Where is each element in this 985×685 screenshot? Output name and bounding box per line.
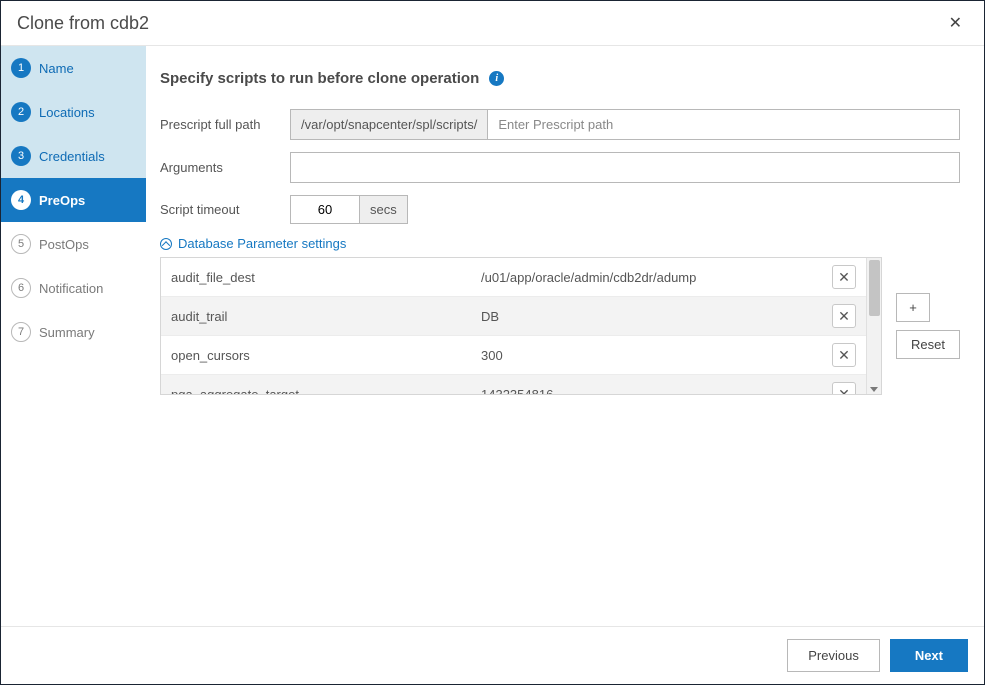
- table-row[interactable]: audit_file_dest /u01/app/oracle/admin/cd…: [161, 258, 866, 297]
- step-notification[interactable]: 6 Notification: [1, 266, 146, 310]
- timeout-group: secs: [290, 195, 408, 224]
- chevron-up-icon: [160, 238, 172, 250]
- step-number-icon: 5: [11, 234, 31, 254]
- delete-row-button[interactable]: ✕: [832, 265, 856, 289]
- step-label: Notification: [39, 281, 103, 296]
- timeout-row: Script timeout secs: [160, 195, 960, 224]
- db-params-table-wrap: audit_file_dest /u01/app/oracle/admin/cd…: [160, 257, 882, 395]
- step-label: PreOps: [39, 193, 85, 208]
- info-icon[interactable]: i: [489, 71, 504, 86]
- arguments-label: Arguments: [160, 160, 290, 175]
- prescript-label: Prescript full path: [160, 117, 290, 132]
- param-value: 300: [471, 336, 822, 375]
- step-number-icon: 6: [11, 278, 31, 298]
- next-button[interactable]: Next: [890, 639, 968, 672]
- close-icon[interactable]: ✕: [943, 11, 968, 35]
- step-credentials[interactable]: 3 Credentials: [1, 134, 146, 178]
- arguments-input[interactable]: [290, 152, 960, 183]
- step-postops[interactable]: 5 PostOps: [1, 222, 146, 266]
- main-panel: Specify scripts to run before clone oper…: [146, 46, 984, 626]
- wizard-sidebar: 1 Name 2 Locations 3 Credentials 4 PreOp…: [1, 46, 146, 626]
- param-key: audit_file_dest: [161, 258, 471, 297]
- modal-header: Clone from cdb2 ✕: [1, 1, 984, 46]
- delete-row-button[interactable]: ✕: [832, 343, 856, 367]
- step-label: PostOps: [39, 237, 89, 252]
- step-label: Locations: [39, 105, 95, 120]
- arguments-row: Arguments: [160, 152, 960, 183]
- table-row[interactable]: pga_aggregate_target 1432354816 ✕: [161, 375, 866, 396]
- timeout-label: Script timeout: [160, 202, 290, 217]
- db-params-side-controls: + Reset: [896, 257, 960, 359]
- step-preops[interactable]: 4 PreOps: [1, 178, 146, 222]
- step-number-icon: 7: [11, 322, 31, 342]
- param-value: DB: [471, 297, 822, 336]
- prescript-row: Prescript full path /var/opt/snapcenter/…: [160, 109, 960, 140]
- delete-row-button[interactable]: ✕: [832, 304, 856, 328]
- add-param-button[interactable]: +: [896, 293, 930, 322]
- prescript-input[interactable]: [488, 110, 959, 139]
- step-summary[interactable]: 7 Summary: [1, 310, 146, 354]
- db-params-table: audit_file_dest /u01/app/oracle/admin/cd…: [161, 258, 866, 395]
- modal-body: 1 Name 2 Locations 3 Credentials 4 PreOp…: [1, 46, 984, 626]
- previous-button[interactable]: Previous: [787, 639, 880, 672]
- step-number-icon: 2: [11, 102, 31, 122]
- db-params-header-text: Database Parameter settings: [178, 236, 346, 251]
- scroll-down-icon[interactable]: [870, 387, 878, 392]
- section-title: Specify scripts to run before clone oper…: [160, 70, 960, 87]
- db-params-toggle[interactable]: Database Parameter settings: [160, 236, 960, 251]
- prescript-group: /var/opt/snapcenter/spl/scripts/: [290, 109, 960, 140]
- db-params-area: audit_file_dest /u01/app/oracle/admin/cd…: [160, 257, 960, 395]
- table-row[interactable]: open_cursors 300 ✕: [161, 336, 866, 375]
- step-number-icon: 4: [11, 190, 31, 210]
- timeout-input[interactable]: [290, 195, 360, 224]
- step-label: Credentials: [39, 149, 105, 164]
- step-label: Name: [39, 61, 74, 76]
- step-number-icon: 1: [11, 58, 31, 78]
- step-locations[interactable]: 2 Locations: [1, 90, 146, 134]
- step-label: Summary: [39, 325, 95, 340]
- table-row[interactable]: audit_trail DB ✕: [161, 297, 866, 336]
- timeout-unit: secs: [360, 195, 408, 224]
- step-number-icon: 3: [11, 146, 31, 166]
- param-value: /u01/app/oracle/admin/cdb2dr/adump: [471, 258, 822, 297]
- param-key: audit_trail: [161, 297, 471, 336]
- modal-footer: Previous Next: [1, 626, 984, 684]
- param-value: 1432354816: [471, 375, 822, 396]
- param-key: open_cursors: [161, 336, 471, 375]
- clone-wizard-modal: Clone from cdb2 ✕ 1 Name 2 Locations 3 C…: [0, 0, 985, 685]
- step-name[interactable]: 1 Name: [1, 46, 146, 90]
- scrollbar[interactable]: [866, 258, 881, 394]
- section-title-text: Specify scripts to run before clone oper…: [160, 70, 479, 87]
- prescript-prefix: /var/opt/snapcenter/spl/scripts/: [291, 110, 488, 139]
- reset-params-button[interactable]: Reset: [896, 330, 960, 359]
- param-key: pga_aggregate_target: [161, 375, 471, 396]
- scroll-thumb[interactable]: [869, 260, 880, 316]
- modal-title: Clone from cdb2: [17, 13, 149, 34]
- delete-row-button[interactable]: ✕: [832, 382, 856, 395]
